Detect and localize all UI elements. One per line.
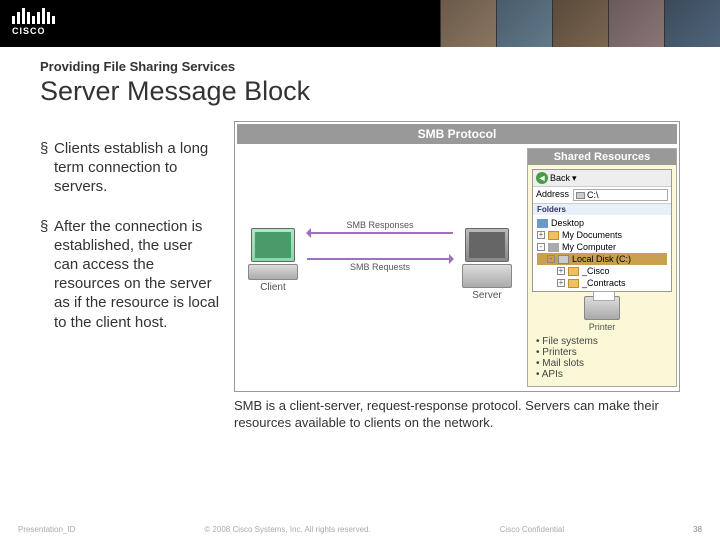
- back-label: Back: [550, 173, 570, 183]
- folder-icon: [568, 267, 579, 276]
- server-icon: Server: [459, 228, 515, 301]
- tree-item-cisco[interactable]: +_Cisco: [537, 265, 667, 277]
- tree-item-contracts[interactable]: +_Contracts: [537, 277, 667, 289]
- folder-icon: [548, 231, 559, 240]
- folders-section-header: Folders: [533, 204, 671, 215]
- diagram-title: SMB Protocol: [237, 124, 677, 144]
- address-field[interactable]: C:\: [573, 189, 668, 201]
- slide-content: Providing File Sharing Services Server M…: [0, 47, 720, 432]
- desktop-icon: [537, 219, 548, 228]
- footer-confidential: Cisco Confidential: [500, 525, 564, 534]
- computer-icon: [548, 243, 559, 252]
- slide-title: Server Message Block: [40, 76, 680, 107]
- folder-tree: Desktop +My Documents -My Computer -Loca…: [533, 215, 671, 291]
- resource-item: Mail slots: [536, 358, 668, 369]
- resource-item: File systems: [536, 336, 668, 347]
- cisco-logo: CISCO: [12, 4, 55, 36]
- page-number: 38: [693, 525, 702, 534]
- tree-item-localdisk[interactable]: -Local Disk (C:): [537, 253, 667, 265]
- diagram-network: Client Server SMB Responses: [237, 148, 523, 348]
- requests-arrow: SMB Requests: [307, 258, 453, 260]
- resource-item: Printers: [536, 347, 668, 358]
- logo-text: CISCO: [12, 26, 55, 36]
- resource-list: File systems Printers Mail slots APIs: [536, 336, 668, 380]
- footer-copyright: © 2008 Cisco Systems, Inc. All rights re…: [204, 525, 370, 534]
- shared-resources-panel: Shared Resources ◄ Back ▾ Address: [527, 148, 677, 387]
- tree-item-mycomp[interactable]: -My Computer: [537, 241, 667, 253]
- client-label: Client: [245, 282, 301, 293]
- collapse-icon[interactable]: -: [537, 243, 545, 251]
- collapse-icon[interactable]: -: [547, 255, 555, 263]
- back-button[interactable]: ◄ Back ▾: [536, 172, 577, 184]
- bullet-column: Clients establish a long term connection…: [40, 121, 220, 432]
- tree-item-desktop[interactable]: Desktop: [537, 217, 667, 229]
- dropdown-icon: ▾: [572, 173, 577, 184]
- responses-label: SMB Responses: [307, 220, 453, 230]
- tree-item-mydocs[interactable]: +My Documents: [537, 229, 667, 241]
- address-label: Address: [536, 189, 569, 201]
- disk-icon: [576, 192, 585, 199]
- expand-icon[interactable]: +: [557, 267, 565, 275]
- bullet-item: After the connection is established, the…: [40, 217, 220, 332]
- server-label: Server: [459, 290, 515, 301]
- disk-icon: [558, 255, 569, 264]
- printer-label: Printer: [528, 322, 676, 332]
- resource-item: APIs: [536, 369, 668, 380]
- shared-resources-title: Shared Resources: [528, 149, 676, 165]
- requests-label: SMB Requests: [307, 262, 453, 272]
- slide-kicker: Providing File Sharing Services: [40, 59, 680, 74]
- expand-icon[interactable]: +: [537, 231, 545, 239]
- address-value: C:\: [587, 190, 599, 200]
- footer-presentation-id: Presentation_ID: [18, 525, 75, 534]
- responses-arrow: SMB Responses: [307, 232, 453, 234]
- header-photo-strip: [440, 0, 720, 47]
- diagram-column: SMB Protocol Client Server: [234, 121, 680, 432]
- client-icon: Client: [245, 228, 301, 293]
- diagram-caption: SMB is a client-server, request-response…: [234, 398, 680, 432]
- slide-footer: Presentation_ID © 2008 Cisco Systems, In…: [0, 525, 720, 534]
- folder-icon: [568, 279, 579, 288]
- printer-icon: [584, 296, 620, 320]
- back-arrow-icon: ◄: [536, 172, 548, 184]
- bullet-item: Clients establish a long term connection…: [40, 139, 220, 197]
- header-bar: CISCO: [0, 0, 720, 47]
- explorer-window: ◄ Back ▾ Address C:\: [532, 169, 672, 292]
- diagram-frame: SMB Protocol Client Server: [234, 121, 680, 392]
- expand-icon[interactable]: +: [557, 279, 565, 287]
